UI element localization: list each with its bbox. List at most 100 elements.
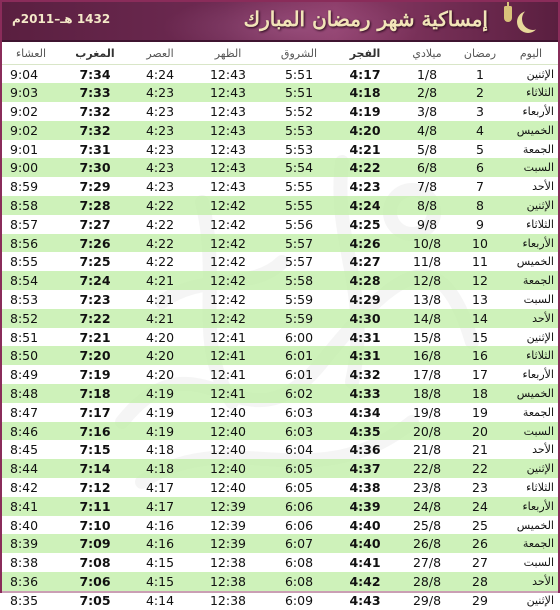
cell-isha: 8:41 [2, 496, 60, 516]
cell-date: 27/8 [398, 553, 456, 573]
cell-ramadan: 9 [456, 214, 504, 234]
cell-day: الأربعاء [504, 496, 558, 516]
cell-dhuhr: 12:42 [190, 271, 266, 291]
cell-day: الأحد [504, 308, 558, 328]
cell-dhuhr: 12:40 [190, 402, 266, 422]
table-row: 8:41 7:11 4:17 12:39 6:06 4:39 24/8 24 الأربعاء [2, 496, 558, 516]
cell-date: 23/8 [398, 478, 456, 497]
cell-isha: 8:55 [2, 252, 60, 272]
col-header-ramadan: رمضان [456, 42, 504, 65]
cell-shuruq: 6:05 [266, 478, 332, 497]
cell-asr: 4:21 [130, 271, 190, 291]
table-row: 8:46 7:16 4:19 12:40 6:03 4:35 20/8 20 السبت [2, 421, 558, 441]
cell-shuruq: 5:51 [266, 83, 332, 103]
cell-asr: 4:19 [130, 384, 190, 403]
cell-isha: 8:36 [2, 572, 60, 591]
cell-maghrib: 7:33 [60, 83, 130, 103]
cell-dhuhr: 12:41 [190, 365, 266, 385]
cell-date: 28/8 [398, 572, 456, 591]
cell-shuruq: 5:59 [266, 308, 332, 328]
table-row: 8:49 7:19 4:20 12:41 6:01 4:32 17/8 17 الأربعاء [2, 365, 558, 385]
cell-dhuhr: 12:38 [190, 590, 266, 610]
cell-day: الأربعاء [504, 102, 558, 121]
cell-asr: 4:22 [130, 214, 190, 234]
cell-isha: 8:45 [2, 440, 60, 460]
cell-dhuhr: 12:38 [190, 572, 266, 591]
cell-fajr: 4:43 [332, 590, 398, 610]
table-row: 8:44 7:14 4:18 12:40 6:05 4:37 22/8 22 الإثنين [2, 459, 558, 479]
cell-fajr: 4:33 [332, 384, 398, 403]
cell-fajr: 4:20 [332, 120, 398, 140]
cell-shuruq: 5:57 [266, 252, 332, 272]
cell-dhuhr: 12:43 [190, 120, 266, 140]
cell-dhuhr: 12:41 [190, 384, 266, 403]
table-row: 8:42 7:12 4:17 12:40 6:05 4:38 23/8 23 الثلاثاء [2, 478, 558, 497]
cell-maghrib: 7:15 [60, 440, 130, 460]
cell-fajr: 4:32 [332, 365, 398, 385]
cell-isha: 9:03 [2, 83, 60, 103]
cell-dhuhr: 12:40 [190, 440, 266, 460]
cell-dhuhr: 12:42 [190, 214, 266, 234]
cell-ramadan: 1 [456, 64, 504, 84]
col-header-shuruq: الشروق [266, 42, 332, 65]
cell-day: الإثنين [504, 459, 558, 479]
cell-maghrib: 7:32 [60, 102, 130, 121]
cell-maghrib: 7:21 [60, 327, 130, 347]
cell-dhuhr: 12:39 [190, 496, 266, 516]
cell-fajr: 4:38 [332, 478, 398, 497]
cell-isha: 9:00 [2, 158, 60, 178]
cell-ramadan: 5 [456, 139, 504, 159]
table-row: 9:03 7:33 4:23 12:43 5:51 4:18 2/8 2 الثلاثاء [2, 83, 558, 103]
cell-date: 11/8 [398, 252, 456, 272]
imsakiya-card: إمساكية شهر رمضان المبارك 1432 هـ–2011م … [0, 0, 560, 610]
cell-dhuhr: 12:43 [190, 158, 266, 178]
cell-fajr: 4:17 [332, 64, 398, 84]
cell-fajr: 4:35 [332, 421, 398, 441]
cell-day: الثلاثاء [504, 346, 558, 366]
cell-fajr: 4:24 [332, 196, 398, 215]
cell-day: السبت [504, 290, 558, 309]
cell-date: 8/8 [398, 196, 456, 215]
cell-maghrib: 7:17 [60, 402, 130, 422]
cell-date: 7/8 [398, 177, 456, 197]
cell-day: الجمعة [504, 271, 558, 291]
cell-shuruq: 5:57 [266, 233, 332, 253]
table-row: 8:52 7:22 4:21 12:42 5:59 4:30 14/8 14 الأحد [2, 308, 558, 328]
cell-isha: 8:54 [2, 271, 60, 291]
cell-isha: 8:52 [2, 308, 60, 328]
cell-dhuhr: 12:41 [190, 327, 266, 347]
cell-date: 6/8 [398, 158, 456, 178]
cell-fajr: 4:28 [332, 271, 398, 291]
cell-maghrib: 7:28 [60, 196, 130, 215]
table-row: 8:40 7:10 4:16 12:39 6:06 4:40 25/8 25 الخميس [2, 515, 558, 535]
cell-day: السبت [504, 421, 558, 441]
cell-date: 2/8 [398, 83, 456, 103]
cell-date: 25/8 [398, 515, 456, 535]
cell-fajr: 4:34 [332, 402, 398, 422]
cell-maghrib: 7:27 [60, 214, 130, 234]
table-row: 9:04 7:34 4:24 12:43 5:51 4:17 1/8 1 الإثنين [2, 64, 558, 84]
table-row: 8:36 7:06 4:15 12:38 6:08 4:42 28/8 28 الأحد [2, 572, 558, 591]
cell-day: الثلاثاء [504, 478, 558, 497]
cell-maghrib: 7:16 [60, 421, 130, 441]
cell-fajr: 4:40 [332, 515, 398, 535]
cell-date: 17/8 [398, 365, 456, 385]
cell-ramadan: 28 [456, 572, 504, 591]
crescent-moon-icon [522, 8, 544, 30]
cell-asr: 4:23 [130, 83, 190, 103]
cell-fajr: 4:25 [332, 214, 398, 234]
table-row: 8:50 7:20 4:20 12:41 6:01 4:31 16/8 16 الثلاثاء [2, 346, 558, 366]
cell-date: 22/8 [398, 459, 456, 479]
cell-ramadan: 14 [456, 308, 504, 328]
cell-ramadan: 22 [456, 459, 504, 479]
cell-shuruq: 6:00 [266, 327, 332, 347]
table-row: 9:02 7:32 4:23 12:43 5:53 4:20 4/8 4 الخميس [2, 120, 558, 140]
cell-shuruq: 6:04 [266, 440, 332, 460]
cell-maghrib: 7:18 [60, 384, 130, 403]
cell-asr: 4:21 [130, 308, 190, 328]
cell-ramadan: 23 [456, 478, 504, 497]
cell-date: 4/8 [398, 120, 456, 140]
cell-asr: 4:15 [130, 553, 190, 573]
cell-day: الجمعة [504, 139, 558, 159]
cell-maghrib: 7:06 [60, 572, 130, 591]
